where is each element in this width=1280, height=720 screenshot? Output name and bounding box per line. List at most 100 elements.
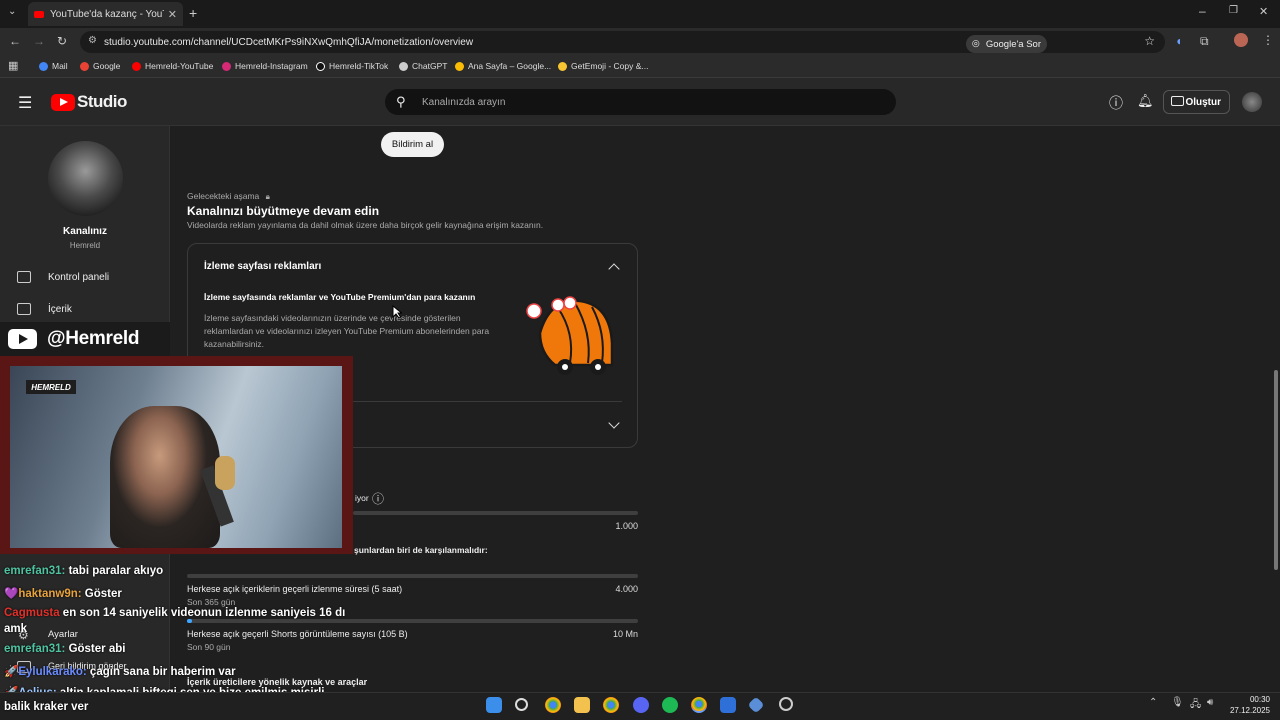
notifications-bell-icon[interactable]: 🔔︎ [1137, 93, 1154, 109]
subscriber-target: 1.000 [615, 521, 638, 531]
stream-handle-overlay: @Hemreld [0, 322, 170, 356]
create-label: Oluştur [1185, 96, 1221, 108]
chat-message: emrefan31: Göster abi [4, 643, 126, 655]
youtube-icon [132, 61, 141, 71]
google-icon [80, 61, 89, 71]
restore-icon[interactable]: ❐ [1229, 5, 1238, 16]
drive-icon [455, 61, 464, 71]
studio-logo-text: Studio [77, 92, 127, 111]
browser-menu-icon[interactable]: ⋮ [1262, 33, 1274, 47]
subscriber-progress-bar [353, 511, 638, 515]
channel-avatar[interactable] [48, 141, 123, 216]
channel-search-input[interactable]: ⚲ Kanalınızda arayın [385, 89, 896, 115]
volume-icon[interactable]: 🔊︎ [1207, 697, 1213, 708]
illustration-puff-1 [526, 303, 542, 319]
network-icon[interactable]: 🖧 [1190, 697, 1201, 714]
content-icon [17, 303, 31, 315]
illustration-puff-3 [563, 296, 577, 310]
start-windows-icon[interactable] [486, 697, 502, 713]
create-button[interactable]: Oluştur [1163, 90, 1230, 114]
app-blue-icon[interactable] [720, 697, 736, 713]
back-icon[interactable]: ← [9, 34, 21, 48]
extensions-icon[interactable]: ⧉ [1200, 34, 1209, 49]
tiktok-icon [316, 61, 325, 71]
discord-icon[interactable] [633, 697, 649, 713]
forward-icon[interactable]: → [33, 34, 45, 48]
get-notified-button[interactable]: Bildirim al [381, 132, 444, 157]
info-icon[interactable]: ⓘ [372, 490, 384, 507]
chat-message: Cagmusta en son 14 saniyelik videonun iz… [4, 607, 346, 619]
spotify-icon[interactable] [662, 697, 678, 713]
taskbar-clock[interactable]: 00:30 27.12.2025 [1228, 694, 1270, 716]
clock-date: 27.12.2025 [1229, 706, 1270, 715]
lock-icon: 🔒︎ [265, 192, 270, 201]
channel-name: Kanalınız [63, 226, 107, 237]
bookmark-mail[interactable]: Mail [39, 61, 68, 71]
apps-grid-icon[interactable]: ▦ [8, 59, 18, 72]
watch-page-ads-description: İzleme sayfasındaki videolarınızın üzeri… [204, 313, 490, 349]
bookmark-star-icon[interactable]: ☆ [1144, 34, 1155, 48]
taskbar-search-icon[interactable] [515, 698, 528, 711]
obs-icon[interactable] [779, 697, 793, 711]
sidebar-item-content[interactable]: İçerik [48, 304, 72, 315]
tab-youtube-studio[interactable]: YouTube'da kazanç - YouTube S ✕ [28, 2, 183, 26]
scrollbar-thumb[interactable] [1274, 370, 1278, 570]
chrome-active-icon[interactable] [691, 697, 707, 713]
bookmarks-bar: ▦ Mail Google Hemreld-YouTube Hemreld-In… [0, 56, 1280, 78]
youtube-logo-icon [51, 93, 75, 111]
bookmark-chatgpt[interactable]: ChatGPT [399, 61, 447, 71]
watch-hours-progress-bar [187, 574, 638, 578]
watch-hours-target: 4.000 [615, 584, 638, 594]
bookmark-google[interactable]: Google [80, 61, 120, 71]
microphone [215, 456, 235, 490]
bookmark-getemoji[interactable]: GetEmoji - Copy &... [558, 61, 648, 71]
bookmark-hemreld-tiktok[interactable]: Hemreld-TikTok [316, 61, 388, 71]
instagram-icon [222, 61, 231, 71]
file-explorer-icon[interactable] [574, 697, 590, 713]
chatgpt-icon [399, 61, 408, 71]
reload-icon[interactable]: ↻ [57, 34, 67, 48]
chat-message: 🚀Eylulkarako: çagin sana bir haberim var [4, 666, 236, 678]
profile-avatar-icon[interactable] [1234, 33, 1248, 47]
emoji-icon [558, 61, 567, 71]
bookmark-hemreld-youtube[interactable]: Hemreld-YouTube [132, 61, 213, 71]
shorts-views-label: Herkese açık geçerli Shorts görüntüleme … [187, 629, 408, 639]
chrome-icon[interactable] [545, 697, 561, 713]
new-tab-icon[interactable]: + [189, 5, 197, 21]
chrome-profile-icon[interactable] [603, 697, 619, 713]
microphone-tray-icon[interactable]: 🎙︎ [1171, 697, 1184, 708]
watch-page-ads-subtitle: İzleme sayfasında reklamlar ve YouTube P… [204, 292, 476, 302]
grow-channel-title: Kanalınızı büyütmeye devam edin [187, 204, 380, 218]
requirement-condition: şunlardan biri de karşılanmalıdır: [354, 545, 488, 555]
bookmark-hemreld-instagram[interactable]: Hemreld-Instagram [222, 61, 308, 71]
youtube-favicon-icon [34, 10, 44, 18]
watch-page-ads-title[interactable]: İzleme sayfası reklamları [204, 261, 321, 272]
tray-overflow-icon[interactable]: ⌃ [1149, 697, 1157, 708]
clock-time: 00:30 [1249, 695, 1270, 704]
url-field[interactable]: ⚙ studio.youtube.com/channel/UCDcetMKrPs… [80, 31, 1165, 53]
close-window-icon[interactable]: ✕ [1259, 5, 1268, 18]
site-info-icon[interactable]: ⚙ [88, 35, 97, 46]
studio-logo[interactable]: Studio [51, 92, 127, 112]
sidebar-item-settings[interactable]: Ayarlar [48, 629, 78, 640]
shorts-views-progress-fill [187, 619, 192, 623]
create-video-icon [1171, 96, 1184, 106]
help-icon[interactable]: ⓘ [1109, 93, 1123, 113]
stream-handle: @Hemreld [47, 328, 140, 349]
tab-search-icon[interactable]: ⌄ [8, 6, 16, 17]
chat-message: balik kraker ver [4, 701, 89, 713]
extension-audio-icon[interactable]: ◖ [1175, 34, 1182, 48]
close-tab-icon[interactable]: ✕ [168, 8, 177, 21]
google-ask-button[interactable]: ◎ Google'a Sor [965, 35, 1047, 53]
dashboard-icon [17, 271, 31, 283]
illustration-wheel-2-hub [595, 364, 601, 370]
bookmark-ana-sayfa[interactable]: Ana Sayfa – Google... [455, 61, 551, 71]
sidebar-item-dashboard[interactable]: Kontrol paneli [48, 272, 109, 283]
hamburger-menu-icon[interactable]: ☰ [18, 93, 32, 113]
shorts-views-progress-bar [187, 619, 638, 623]
minimize-icon[interactable]: – [1199, 4, 1206, 18]
ad-illustration [526, 296, 614, 375]
browser-tab-strip: ⌄ YouTube'da kazanç - YouTube S ✕ + – ❐ … [0, 0, 1280, 28]
google-ask-label: Google'a Sor [985, 38, 1041, 50]
account-avatar[interactable] [1242, 92, 1262, 112]
